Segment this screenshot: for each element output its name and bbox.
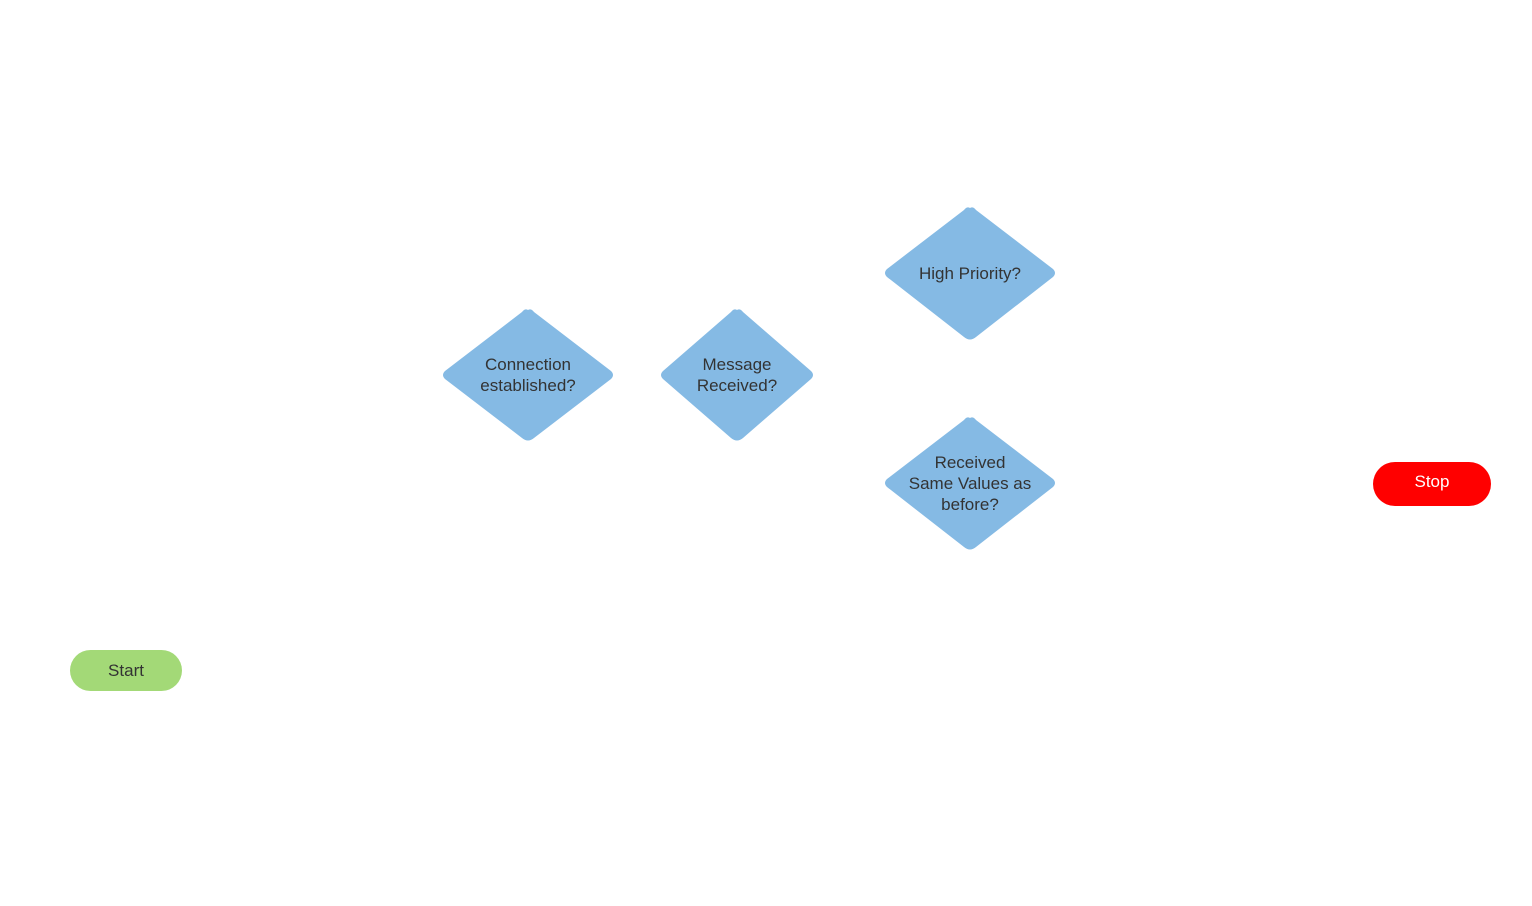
start-node[interactable]: Start	[70, 650, 182, 691]
start-label: Start	[108, 660, 144, 680]
decision-same-values[interactable]: Received Same Values as before?	[883, 416, 1057, 551]
diagram-canvas: Start Connection established? Message Re…	[0, 0, 1532, 906]
stop-node[interactable]: Stop	[1373, 462, 1491, 506]
decision-label: Received Same Values as before?	[908, 453, 1032, 514]
decision-label: High Priority?	[918, 264, 1022, 283]
decision-message-received[interactable]: Message Received?	[659, 308, 815, 442]
decision-connection-established[interactable]: Connection established?	[441, 308, 615, 442]
stop-label: Stop	[1414, 472, 1450, 491]
decision-label: Connection established?	[480, 355, 576, 395]
decision-label: Message Received?	[696, 355, 778, 395]
decision-high-priority[interactable]: High Priority?	[883, 206, 1057, 341]
